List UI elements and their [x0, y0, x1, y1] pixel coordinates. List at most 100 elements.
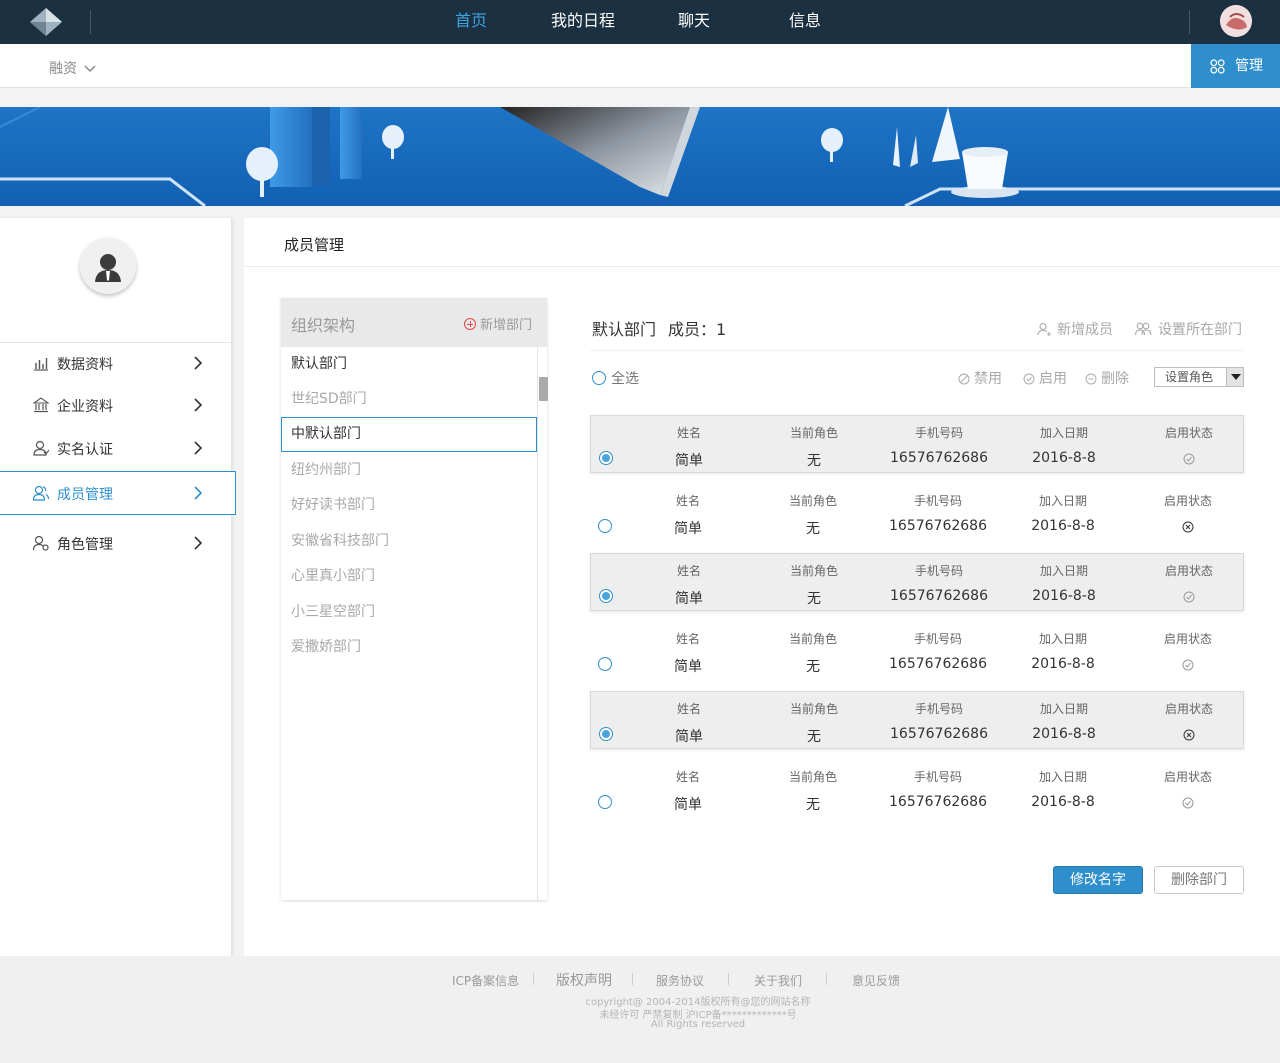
add-department-label: 新增部门: [480, 318, 533, 333]
divider: [728, 973, 729, 985]
set-role-select[interactable]: 设置角色: [1154, 367, 1244, 387]
cell-date: 2016-8-8: [1031, 518, 1095, 534]
member-row[interactable]: 姓名 当前角色 手机号码 加入日期 启用状态 简单 无 16576762686 2016-8-8: [590, 553, 1244, 611]
page-title: 成员管理: [284, 236, 345, 254]
column-header: 加入日期: [1039, 702, 1088, 716]
left-sidebar: 数据资料 企业资料 实名认证 成员管理 角色管理: [0, 218, 236, 956]
user-icon: [33, 440, 49, 456]
enable-button[interactable]: 启用: [1023, 368, 1067, 388]
chevron-right-icon: [194, 536, 203, 550]
sidebar-item-company[interactable]: 企业资料: [0, 384, 236, 426]
user-silhouette-icon: [95, 254, 121, 282]
add-member-button[interactable]: 新增成员: [1037, 319, 1113, 339]
org-item[interactable]: 好好读书部门: [281, 488, 537, 523]
column-header: 手机号码: [914, 702, 963, 716]
column-header: 当前角色: [789, 702, 838, 716]
select-all-checkbox[interactable]: 全选: [592, 368, 639, 388]
nav-messages[interactable]: 信息: [789, 0, 821, 44]
footer-link-icp[interactable]: ICP备案信息: [452, 972, 519, 989]
delete-label: 删除: [1101, 371, 1129, 387]
org-item[interactable]: 心里真小部门: [281, 559, 537, 594]
org-item[interactable]: 世纪SD部门: [281, 382, 537, 417]
column-header: 姓名: [676, 702, 701, 716]
sidebar-item-members[interactable]: 成员管理: [0, 471, 236, 515]
sidebar-item-data[interactable]: 数据资料: [0, 342, 236, 384]
cell-date: 2016-8-8: [1031, 656, 1095, 672]
manage-button[interactable]: 管理: [1191, 44, 1280, 88]
row-radio[interactable]: [599, 727, 613, 741]
delete-button[interactable]: 删除: [1085, 368, 1129, 388]
ban-icon: [958, 373, 970, 385]
enabled-check-icon: [1134, 450, 1244, 469]
set-department-button[interactable]: 设置所在部门: [1135, 319, 1242, 339]
column-header: 手机号码: [913, 494, 962, 508]
row-radio[interactable]: [599, 451, 613, 465]
org-item[interactable]: 小三星空部门: [281, 595, 537, 630]
member-row[interactable]: 姓名 当前角色 手机号码 加入日期 启用状态 简单 无 16576762686 2016-8-8: [590, 484, 1244, 542]
member-row[interactable]: 姓名 当前角色 手机号码 加入日期 启用状态 简单 无 16576762686 2016-8-8: [590, 691, 1244, 749]
column-header: 启用状态: [1164, 426, 1213, 440]
nav-home[interactable]: 首页: [455, 0, 487, 44]
column-header: 姓名: [675, 494, 700, 508]
logo-icon[interactable]: [28, 6, 64, 38]
column-header: 启用状态: [1164, 564, 1213, 578]
row-radio[interactable]: [598, 519, 612, 533]
add-member-label: 新增成员: [1057, 322, 1113, 338]
row-radio[interactable]: [598, 795, 612, 809]
cell-name: 简单: [674, 659, 702, 675]
footer-link-terms[interactable]: 服务协议: [656, 972, 704, 989]
column-header: 加入日期: [1038, 632, 1087, 646]
column-header: 启用状态: [1163, 632, 1212, 646]
org-item[interactable]: 默认部门: [281, 347, 537, 382]
add-department-button[interactable]: 新增部门: [464, 314, 532, 333]
nav-schedule[interactable]: 我的日程: [551, 0, 615, 44]
select-all-label: 全选: [611, 371, 639, 387]
column-header: 加入日期: [1039, 426, 1088, 440]
footer-link-feedback[interactable]: 意见反馈: [852, 972, 900, 989]
disable-button[interactable]: 禁用: [958, 368, 1002, 388]
row-radio[interactable]: [599, 589, 613, 603]
column-header: 姓名: [676, 564, 701, 578]
column-header: 当前角色: [788, 494, 837, 508]
rename-button[interactable]: 修改名字: [1053, 866, 1143, 894]
profile-avatar[interactable]: [80, 238, 136, 294]
check-circle-icon: [1023, 373, 1035, 385]
users-icon: [1135, 322, 1152, 336]
column-header: 姓名: [675, 770, 700, 784]
enabled-check-icon: [1133, 794, 1243, 813]
grid-icon: [1210, 59, 1225, 74]
column-header: 手机号码: [914, 426, 963, 440]
column-header: 手机号码: [913, 770, 962, 784]
bank-icon: [33, 397, 49, 413]
org-item-selected[interactable]: 中默认部门: [281, 417, 537, 452]
delete-department-button[interactable]: 删除部门: [1154, 866, 1244, 894]
sidebar-item-roles[interactable]: 角色管理: [0, 522, 236, 564]
finance-dropdown[interactable]: 融资: [49, 58, 96, 78]
member-row[interactable]: 姓名 当前角色 手机号码 加入日期 启用状态 简单 无 16576762686 2016-8-8: [590, 622, 1244, 680]
user-avatar[interactable]: [1220, 5, 1252, 37]
member-row[interactable]: 姓名 当前角色 手机号码 加入日期 启用状态 简单 无 16576762686 2016-8-8: [590, 415, 1244, 473]
column-header: 加入日期: [1038, 770, 1087, 784]
cell-phone: 16576762686: [890, 588, 988, 604]
divider: [826, 973, 827, 985]
footer-link-about[interactable]: 关于我们: [754, 972, 802, 989]
department-name: 默认部门: [592, 320, 657, 339]
sidebar-item-label: 数据资料: [57, 357, 113, 373]
org-item[interactable]: 安徽省科技部门: [281, 524, 537, 559]
footer-link-copyright[interactable]: 版权声明: [556, 970, 612, 990]
nav-chat[interactable]: 聊天: [678, 0, 710, 44]
member-row[interactable]: 姓名 当前角色 手机号码 加入日期 启用状态 简单 无 16576762686 2016-8-8: [590, 760, 1244, 818]
org-item[interactable]: 纽约州部门: [281, 453, 537, 488]
cell-date: 2016-8-8: [1032, 588, 1096, 604]
cell-date: 2016-8-8: [1032, 450, 1096, 466]
cell-name: 简单: [675, 453, 703, 469]
scrollbar-thumb[interactable]: [539, 377, 548, 401]
divider: [90, 10, 91, 34]
column-header: 姓名: [675, 632, 700, 646]
org-item[interactable]: 爱撒娇部门: [281, 630, 537, 665]
row-radio[interactable]: [598, 657, 612, 671]
sidebar-item-verification[interactable]: 实名认证: [0, 427, 236, 469]
chart-icon: [34, 358, 48, 371]
scrollbar[interactable]: [537, 347, 548, 900]
rights-text: All Rights reserved: [650, 1019, 746, 1030]
